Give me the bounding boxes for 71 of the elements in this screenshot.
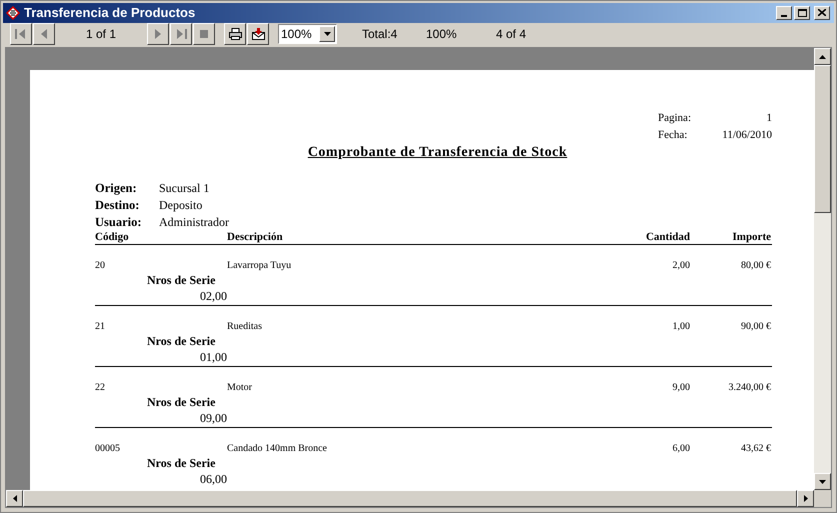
table-cell-text: 1,00 (672, 320, 690, 334)
serial-label: Nros de Serie (147, 395, 216, 409)
serial-number: 01,00 (200, 350, 227, 365)
table-cell-text: Motor (227, 381, 253, 395)
table-cell-text: 9,00 (672, 381, 690, 395)
table-cell-text: 6,00 (672, 442, 690, 456)
serial-number: 06,00 (200, 472, 227, 487)
table-cell-text: 80,00 € (740, 259, 771, 273)
last-page-icon (174, 28, 188, 40)
field-label: Destino: (95, 197, 140, 214)
field-label: Usuario: (95, 214, 143, 231)
print-button[interactable] (224, 22, 246, 45)
table-cell-text: 22 (95, 381, 106, 395)
serial-label: Nros de Serie (147, 334, 216, 348)
table-cell-text: 21 (95, 320, 106, 334)
field-value: Administrador (159, 214, 229, 231)
table-cell-text: 20 (95, 259, 106, 273)
column-header: Cantidad (644, 230, 690, 244)
serial-number: 09,00 (200, 411, 227, 426)
field-value: Deposito (159, 197, 202, 214)
table-cell-text: Rueditas (227, 320, 263, 334)
date-label: Fecha: (658, 128, 688, 143)
report-title: Comprobante de Transferencia de Stock (308, 144, 568, 162)
app-icon (6, 6, 20, 20)
window-title: Transferencia de Productos (24, 4, 196, 22)
scroll-up-button[interactable] (814, 48, 831, 65)
table-cell-text: 90,00 € (740, 320, 771, 334)
envelope-icon (252, 28, 264, 40)
zoom-percent: 100% (426, 26, 458, 43)
page-indicator: 1 of 1 (84, 26, 118, 43)
dropdown-arrow-icon (324, 32, 330, 36)
maximize-icon (798, 8, 806, 17)
scrollbar-corner (814, 490, 831, 507)
field-label: Origen: (95, 180, 138, 197)
first-page-icon (14, 28, 28, 40)
minimize-icon (781, 14, 787, 17)
scroll-thumb[interactable] (814, 65, 831, 213)
printer-icon (228, 28, 242, 40)
table-cell-text: 2,00 (672, 259, 690, 273)
table-cell-text: 43,62 € (740, 442, 771, 456)
scroll-thumb[interactable] (23, 490, 797, 507)
close-icon (818, 9, 826, 16)
stop-icon (198, 28, 210, 40)
maximize-button[interactable] (794, 6, 810, 20)
page-label: Pagina: (658, 111, 691, 126)
scroll-right-button[interactable] (797, 490, 814, 507)
table-cell-text: Candado 140mm Bronce (227, 442, 328, 456)
scroll-left-button[interactable] (6, 490, 23, 507)
minimize-button[interactable] (776, 6, 792, 20)
right-arrow-icon (804, 495, 808, 502)
down-arrow-icon (819, 480, 826, 484)
email-button[interactable] (247, 22, 269, 45)
page-number: 1 (766, 111, 772, 126)
column-header: Descripción (227, 230, 284, 244)
zoom-dropdown[interactable]: 100% (278, 24, 337, 44)
serial-label: Nros de Serie (147, 273, 216, 287)
column-header: Importe (732, 230, 771, 244)
up-arrow-icon (819, 54, 826, 58)
total-count: Total:4 (362, 26, 398, 43)
serial-number: 02,00 (200, 289, 227, 304)
left-arrow-icon (12, 495, 16, 502)
table-cell-text: 00005 (95, 442, 121, 456)
record-count: 4 of 4 (496, 26, 526, 43)
scroll-down-button[interactable] (814, 473, 831, 490)
serial-label: Nros de Serie (147, 456, 216, 470)
field-value: Sucursal 1 (159, 180, 210, 197)
close-button[interactable] (814, 6, 830, 20)
column-header: Código (95, 230, 130, 244)
table-cell-text: 3.240,00 € (728, 381, 771, 395)
table-cell-text: Lavarropa Tuyu (227, 259, 292, 273)
date-value: 11/06/2010 (722, 128, 772, 143)
